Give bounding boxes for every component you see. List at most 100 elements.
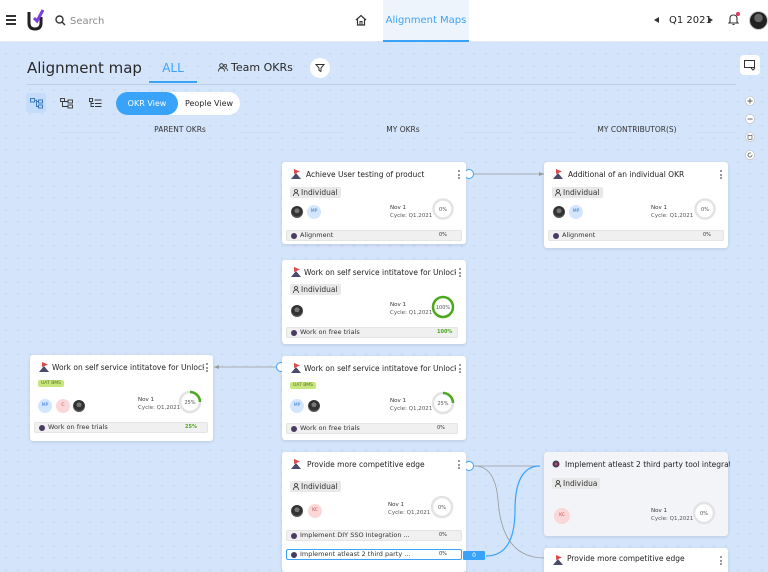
objective-icon xyxy=(39,362,49,372)
contributor-okr-card[interactable]: Provide more competitive edge xyxy=(544,548,728,572)
zoom-out-button[interactable] xyxy=(740,109,760,129)
column-line xyxy=(240,132,280,133)
owner-avatar[interactable] xyxy=(552,205,566,219)
owner-avatar[interactable] xyxy=(307,399,321,413)
cycle-prev-icon[interactable] xyxy=(654,17,659,23)
more-icon[interactable] xyxy=(458,170,460,181)
progress-ring: 25% xyxy=(178,390,202,414)
key-result-progress: 0% xyxy=(437,425,445,431)
okr-tag: Individual xyxy=(552,187,603,198)
filter-button[interactable] xyxy=(310,58,330,78)
user-avatar[interactable] xyxy=(749,11,768,30)
card-title[interactable]: Work on self service intitatove for Unlo… xyxy=(304,364,456,373)
key-result-row[interactable]: Alignment 0% xyxy=(286,230,462,241)
key-result-progress: 25% xyxy=(185,424,197,430)
contributor-okr-card[interactable]: Additional of an individual OKR Individu… xyxy=(544,162,728,248)
parent-okr-card[interactable]: Work on self service intitatove for Unlo… xyxy=(30,355,213,441)
okr-tag-label: Individual xyxy=(301,188,338,197)
owner-avatar[interactable]: MP xyxy=(569,205,583,219)
reset-view-button[interactable] xyxy=(740,145,760,165)
team-icon xyxy=(218,63,228,72)
card-title[interactable]: Provide more competitive edge xyxy=(567,554,707,563)
card-title[interactable]: Provide more competitive edge xyxy=(307,460,447,469)
view-list-button[interactable] xyxy=(85,93,105,113)
owner-avatar[interactable] xyxy=(290,205,304,219)
tree-view-icon xyxy=(59,97,73,108)
column-line xyxy=(300,132,343,133)
key-result-icon xyxy=(291,330,297,336)
key-result-title: Work on free trials xyxy=(48,423,108,431)
tab-all[interactable]: ALL xyxy=(149,57,197,83)
search-input[interactable] xyxy=(70,13,270,29)
cycle-label: Cycle: Q1,2021 xyxy=(651,516,694,522)
objective-icon xyxy=(553,169,563,179)
progress-ring: 0% xyxy=(430,495,454,519)
objective-icon xyxy=(553,555,563,565)
owner-avatar[interactable] xyxy=(290,504,304,518)
owner-avatar[interactable]: MP xyxy=(290,399,304,413)
more-icon[interactable] xyxy=(458,460,460,471)
okr-card[interactable]: Achieve User testing of product Individu… xyxy=(282,162,466,244)
progress-label: 0% xyxy=(701,207,709,213)
okr-label-tag: UAT BMS xyxy=(290,382,317,389)
due-date-label: Nov 1 xyxy=(390,205,406,211)
key-result-progress: 100% xyxy=(437,329,453,335)
key-result-row[interactable]: Work on free trials 100% xyxy=(286,327,458,338)
progress-label: 0% xyxy=(700,511,708,517)
tab-alignment-maps[interactable]: Alignment Maps xyxy=(383,0,469,42)
column-line xyxy=(463,132,513,133)
okr-card[interactable]: Work on self service intitatove for Unlo… xyxy=(282,356,466,440)
zoom-in-button[interactable] xyxy=(740,91,760,111)
owner-avatar[interactable]: MP xyxy=(38,399,52,413)
card-title[interactable]: Achieve User testing of product xyxy=(306,170,446,179)
objective-icon xyxy=(291,169,301,179)
owner-avatar[interactable] xyxy=(72,399,86,413)
cycle-label[interactable]: Q1 2021 xyxy=(669,15,712,26)
owner-avatar[interactable]: C xyxy=(56,399,70,413)
home-icon[interactable] xyxy=(355,14,367,26)
view-tree-button[interactable] xyxy=(56,93,76,113)
export-button[interactable] xyxy=(740,55,760,75)
more-icon[interactable] xyxy=(720,170,722,181)
due-date-label: Nov 1 xyxy=(388,502,404,508)
key-result-row[interactable]: Implement DIY SSO Integration ... 0% xyxy=(286,530,462,541)
column-line xyxy=(525,132,577,133)
map-view-icon xyxy=(29,97,43,108)
key-result-row[interactable]: Work on free trials 25% xyxy=(34,422,208,433)
person-icon xyxy=(293,483,299,491)
more-icon[interactable] xyxy=(206,363,208,374)
okr-tag-label: Individual xyxy=(301,482,338,491)
owner-avatar[interactable]: KC xyxy=(308,504,322,518)
app-logo[interactable] xyxy=(26,9,44,31)
progress-ring: 100% xyxy=(431,295,455,319)
card-title[interactable]: Implement atleast 2 third party tool int… xyxy=(565,460,730,469)
cycle-label: Cycle: Q1,2021 xyxy=(651,213,694,219)
card-title[interactable]: Additional of an individual OKR xyxy=(568,170,708,179)
owner-avatar[interactable] xyxy=(290,304,304,318)
cycle-next-icon[interactable] xyxy=(708,17,713,23)
menu-icon[interactable] xyxy=(6,15,16,27)
more-icon[interactable] xyxy=(459,364,461,375)
okr-view-button[interactable]: OKR View xyxy=(116,92,178,115)
contributor-okr-card[interactable]: Implement atleast 2 third party tool int… xyxy=(544,452,730,536)
map-icon xyxy=(745,132,755,142)
owner-avatar[interactable]: MP xyxy=(307,205,321,219)
column-header-contributors: MY CONTRIBUTOR(S) xyxy=(597,125,677,134)
more-icon[interactable] xyxy=(459,268,461,279)
key-result-row[interactable]: Work on free trials 0% xyxy=(286,423,458,434)
top-bar: Alignment Maps Q1 2021 xyxy=(0,0,768,42)
card-title[interactable]: Work on self service intitatove for Unlo… xyxy=(52,363,204,372)
key-result-row[interactable]: Alignment 0% xyxy=(548,230,724,241)
view-map-button[interactable] xyxy=(26,93,46,113)
card-title[interactable]: Work on self service intitatove for Unlo… xyxy=(304,268,456,277)
filter-icon xyxy=(315,64,325,73)
owner-avatar[interactable]: KC xyxy=(554,508,570,524)
more-icon[interactable] xyxy=(720,556,722,567)
people-view-button[interactable]: People View xyxy=(178,92,240,115)
okr-card[interactable]: Provide more competitive edge Individual… xyxy=(282,452,466,572)
key-result-row-selected[interactable]: Implement atleast 2 third party ... 0% xyxy=(286,549,462,560)
progress-badge[interactable]: 0 xyxy=(463,551,485,560)
tab-team-okrs[interactable]: Team OKRs xyxy=(218,57,293,83)
okr-card[interactable]: Work on self service intitatove for Unlo… xyxy=(282,260,466,344)
fit-view-button[interactable] xyxy=(740,127,760,147)
